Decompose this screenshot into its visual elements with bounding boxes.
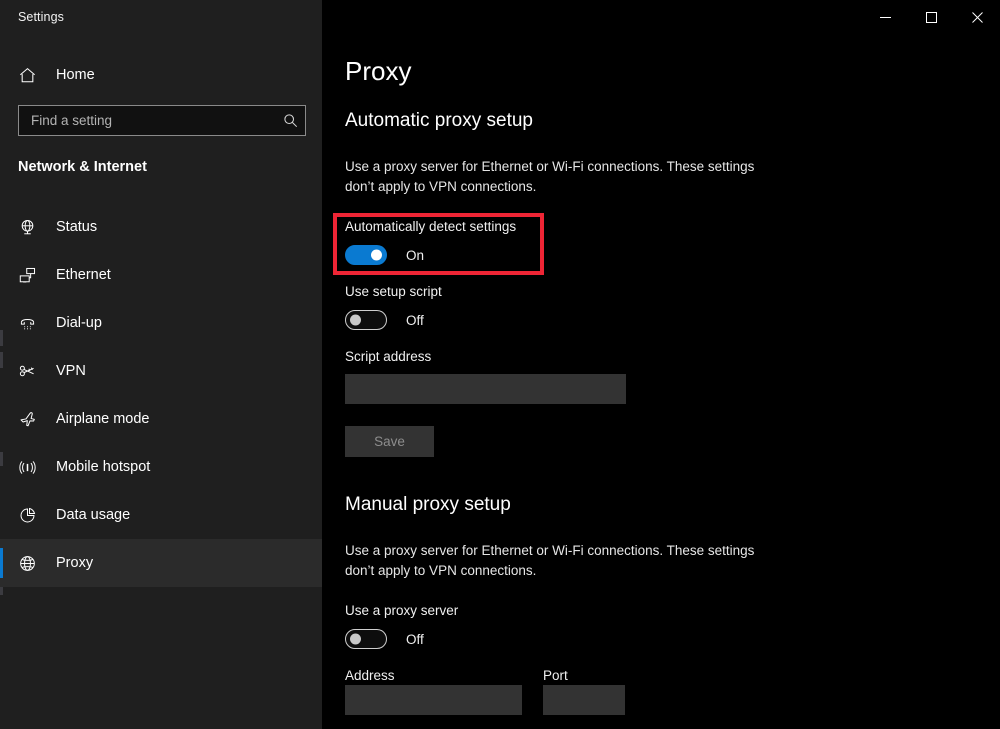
use-proxy-server-state: Off bbox=[406, 631, 424, 647]
page-title: Proxy bbox=[345, 56, 412, 86]
sidebar-item-airplane-mode-label: Airplane mode bbox=[56, 411, 150, 427]
automatic-proxy-setup-description: Use a proxy server for Ethernet or Wi-Fi… bbox=[345, 159, 755, 195]
vpn-key-icon bbox=[15, 359, 39, 383]
sidebar: Home Network & Internet bbox=[0, 0, 322, 729]
auto-detect-settings-toggle[interactable] bbox=[345, 245, 387, 265]
sidebar-item-vpn-label: VPN bbox=[56, 363, 86, 379]
sidebar-item-mobile-hotspot-label: Mobile hotspot bbox=[56, 459, 151, 475]
sidebar-nav-list: Status Ethernet Dial-up VPN Airplane mod… bbox=[0, 203, 322, 587]
auto-detect-settings-label: Automatically detect settings bbox=[345, 219, 517, 234]
use-setup-script-toggle[interactable] bbox=[345, 310, 387, 330]
sidebar-item-proxy-label: Proxy bbox=[56, 555, 94, 571]
sidebar-item-home[interactable]: Home bbox=[0, 58, 322, 92]
sidebar-item-status[interactable]: Status bbox=[0, 203, 322, 251]
selection-indicator bbox=[0, 212, 3, 242]
sidebar-item-home-label: Home bbox=[56, 67, 95, 83]
title-bar[interactable]: Settings bbox=[0, 0, 1000, 34]
sidebar-item-mobile-hotspot[interactable]: Mobile hotspot bbox=[0, 443, 322, 491]
toggle-knob bbox=[350, 314, 361, 326]
selection-indicator bbox=[0, 308, 3, 338]
sidebar-item-status-label: Status bbox=[56, 219, 98, 235]
window-title: Settings bbox=[18, 10, 64, 24]
use-setup-script-state: Off bbox=[406, 312, 424, 328]
sidebar-item-dialup-label: Dial-up bbox=[56, 315, 102, 331]
auto-detect-settings-state: On bbox=[406, 247, 425, 263]
selection-indicator bbox=[0, 500, 3, 530]
maximize-button[interactable] bbox=[908, 0, 954, 34]
search-input[interactable] bbox=[19, 106, 275, 135]
pie-chart-icon bbox=[15, 503, 39, 527]
port-input[interactable] bbox=[543, 685, 625, 715]
sidebar-item-ethernet-label: Ethernet bbox=[56, 267, 111, 283]
minimize-button[interactable] bbox=[862, 0, 908, 34]
use-proxy-server-label: Use a proxy server bbox=[345, 603, 459, 618]
main-content: Proxy Automatic proxy setup Use a proxy … bbox=[322, 0, 1000, 729]
globe-status-icon bbox=[15, 215, 39, 239]
use-proxy-server-toggle-row[interactable]: Off bbox=[345, 629, 424, 649]
script-address-label: Script address bbox=[345, 349, 432, 364]
port-label: Port bbox=[543, 668, 568, 683]
sidebar-category-title: Network & Internet bbox=[18, 159, 147, 175]
selection-indicator bbox=[0, 260, 3, 290]
sidebar-item-proxy[interactable]: Proxy bbox=[0, 539, 322, 587]
automatic-proxy-setup-heading: Automatic proxy setup bbox=[345, 110, 533, 131]
manual-proxy-setup-description: Use a proxy server for Ethernet or Wi-Fi… bbox=[345, 543, 755, 579]
address-label: Address bbox=[345, 668, 395, 683]
hotspot-signal-icon bbox=[15, 455, 39, 479]
use-setup-script-label: Use setup script bbox=[345, 284, 442, 299]
toggle-knob bbox=[371, 249, 382, 261]
globe-icon bbox=[15, 551, 39, 575]
script-address-input[interactable] bbox=[345, 374, 626, 404]
manual-proxy-setup-heading: Manual proxy setup bbox=[345, 494, 511, 515]
sidebar-item-vpn[interactable]: VPN bbox=[0, 347, 322, 395]
auto-detect-settings-toggle-row[interactable]: On bbox=[345, 245, 424, 265]
airplane-icon bbox=[15, 407, 39, 431]
address-input[interactable] bbox=[345, 685, 522, 715]
window-controls bbox=[862, 0, 1000, 34]
toggle-knob bbox=[350, 633, 361, 645]
selection-indicator bbox=[0, 356, 3, 386]
dialup-phone-icon bbox=[15, 311, 39, 335]
close-button[interactable] bbox=[954, 0, 1000, 34]
settings-window: Settings Home Find a setting Network & I… bbox=[0, 0, 1000, 729]
search-box[interactable] bbox=[18, 105, 306, 136]
sidebar-item-data-usage[interactable]: Data usage bbox=[0, 491, 322, 539]
sidebar-item-ethernet[interactable]: Ethernet bbox=[0, 251, 322, 299]
save-button[interactable]: Save bbox=[345, 426, 434, 457]
selection-indicator bbox=[0, 548, 3, 578]
sidebar-item-data-usage-label: Data usage bbox=[56, 507, 131, 523]
selection-indicator bbox=[0, 452, 3, 482]
sidebar-item-airplane-mode[interactable]: Airplane mode bbox=[0, 395, 322, 443]
selection-indicator bbox=[0, 404, 3, 434]
use-setup-script-toggle-row[interactable]: Off bbox=[345, 310, 424, 330]
home-icon bbox=[16, 64, 38, 86]
sidebar-item-dialup[interactable]: Dial-up bbox=[0, 299, 322, 347]
ethernet-icon bbox=[15, 263, 39, 287]
search-icon[interactable] bbox=[275, 106, 305, 135]
use-proxy-server-toggle[interactable] bbox=[345, 629, 387, 649]
